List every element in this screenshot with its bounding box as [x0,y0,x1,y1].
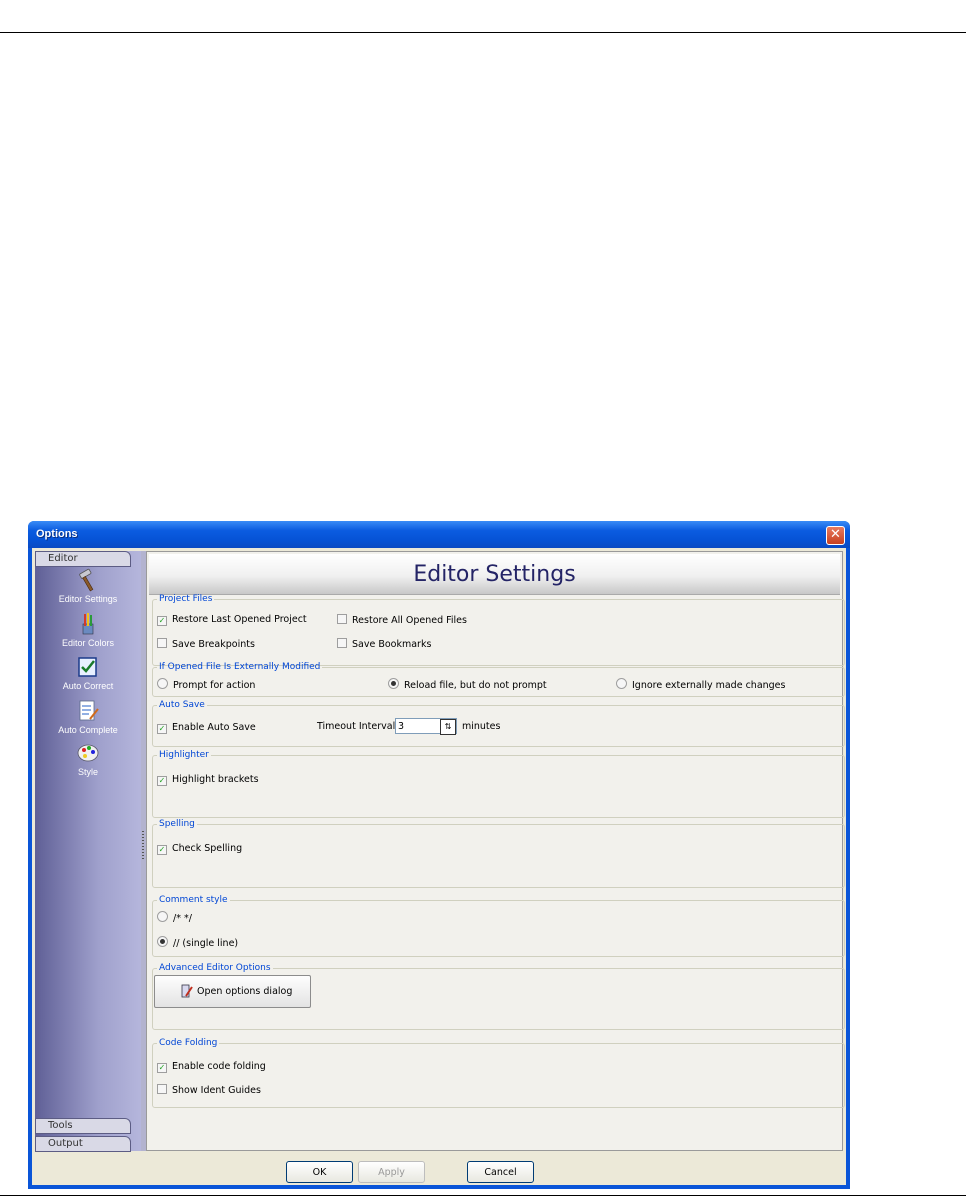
advanced-options-group: Advanced Editor Options Open options dia… [152,963,845,1030]
highlight-brackets-checkbox[interactable]: ✓ Highlight brackets [157,774,259,786]
radio-circle [157,678,168,689]
timeout-interval-spinner[interactable]: 3 ⇅ [395,718,457,735]
nav-item-label: Auto Complete [58,725,118,735]
tools-icon [181,984,193,998]
group-legend: Spelling [159,819,195,829]
edit-document-icon [79,700,99,721]
prompt-for-action-radio[interactable]: Prompt for action [157,678,255,692]
code-folding-group: Code Folding ✓ Enable code folding Show I… [152,1038,845,1108]
title-bar[interactable]: Options ✕ [28,521,850,548]
checkbox-box: ✓ [157,776,167,786]
open-options-dialog-button[interactable]: Open options dialog [154,975,311,1008]
radio-circle [616,678,627,689]
options-dialog: Options ✕ Editor Editor Settings Editor … [28,521,850,1189]
panel-header: Editor Settings [149,554,840,595]
nav-item-editor-settings[interactable]: Editor Settings [35,568,141,604]
project-files-group: Project Files ✓ Restore Last Opened Proje… [152,594,845,666]
tab-output[interactable]: Output [35,1136,131,1152]
checkbox-box [337,614,347,624]
ok-button[interactable]: OK [286,1161,353,1183]
nav-item-label: Editor Settings [58,594,118,604]
nav-item-label: Editor Colors [61,638,115,648]
window-title: Options [36,528,78,540]
checkmark-document-icon [78,657,97,677]
highlighter-group: Highlighter ✓ Highlight brackets [152,750,845,818]
show-ident-guides-checkbox[interactable]: Show Ident Guides [157,1084,261,1097]
hammer-icon [79,568,94,592]
group-legend: Advanced Editor Options [159,963,271,973]
checkbox-box: ✓ [157,845,167,855]
group-legend: Auto Save [159,700,205,710]
group-legend: Project Files [159,594,213,604]
checkbox-box: ✓ [157,724,167,734]
close-icon: ✕ [830,527,841,542]
cancel-button[interactable]: Cancel [467,1161,534,1183]
restore-all-files-checkbox[interactable]: Restore All Opened Files [337,614,467,627]
button-label: Open options dialog [197,986,293,997]
settings-panel: Editor Settings Project Files ✓ Restore L… [146,551,845,1151]
palette-icon [77,744,99,762]
checkbox-box: ✓ [157,1063,167,1073]
enable-auto-save-checkbox[interactable]: ✓ Enable Auto Save [157,722,256,734]
close-button[interactable]: ✕ [826,526,845,545]
block-comment-radio[interactable]: /* */ [157,911,192,925]
check-spelling-checkbox[interactable]: ✓ Check Spelling [157,843,242,855]
nav-item-label: Auto Correct [62,681,114,691]
save-bookmarks-checkbox[interactable]: Save Bookmarks [337,638,431,651]
nav-item-label: Style [77,767,98,777]
nav-item-auto-correct[interactable]: Auto Correct [35,655,141,691]
nav-item-auto-complete[interactable]: Auto Complete [35,699,141,735]
checkbox-box [337,638,347,648]
group-legend: If Opened File Is Externally Modified [159,662,321,672]
page-top-rule [0,32,966,33]
paint-brushes-icon [82,613,94,635]
radio-circle [157,911,168,922]
enable-code-folding-checkbox[interactable]: ✓ Enable code folding [157,1061,266,1073]
options-navigation: Editor Editor Settings Editor Colors Aut… [35,551,141,1152]
timeout-unit-label: minutes [462,721,501,732]
auto-save-group: Auto Save ✓ Enable Auto Save Timeout Inte… [152,700,845,747]
nav-item-editor-colors[interactable]: Editor Colors [35,612,141,648]
radio-circle [157,936,168,947]
dialog-client-area: Editor Editor Settings Editor Colors Aut… [32,548,846,1185]
splitter-grip [142,831,144,861]
group-legend: Code Folding [159,1038,218,1048]
page-bottom-rule [0,1195,966,1196]
apply-button[interactable]: Apply [358,1161,425,1183]
reload-file-radio[interactable]: Reload file, but do not prompt [388,678,547,692]
single-line-comment-radio[interactable]: // (single line) [157,936,238,950]
tab-tools[interactable]: Tools [35,1118,131,1134]
tab-editor[interactable]: Editor [35,551,131,567]
nav-item-style[interactable]: Style [35,741,141,777]
spelling-group: Spelling ✓ Check Spelling [152,819,845,888]
spin-arrows-icon[interactable]: ⇅ [440,719,456,735]
page-title: Editor Settings [413,562,576,587]
timeout-interval-label: Timeout Interval: [317,721,399,732]
save-breakpoints-checkbox[interactable]: Save Breakpoints [157,638,255,651]
group-legend: Comment style [159,895,228,905]
comment-style-group: Comment style /* */ // (single line) [152,895,845,957]
radio-circle [388,678,399,689]
checkbox-box [157,1084,167,1094]
group-legend: Highlighter [159,750,209,760]
ignore-changes-radio[interactable]: Ignore externally made changes [616,678,785,692]
restore-last-project-checkbox[interactable]: ✓ Restore Last Opened Project [157,614,307,626]
checkbox-box [157,638,167,648]
external-modification-group: If Opened File Is Externally Modified Pr… [152,662,845,697]
checkbox-box: ✓ [157,616,167,626]
